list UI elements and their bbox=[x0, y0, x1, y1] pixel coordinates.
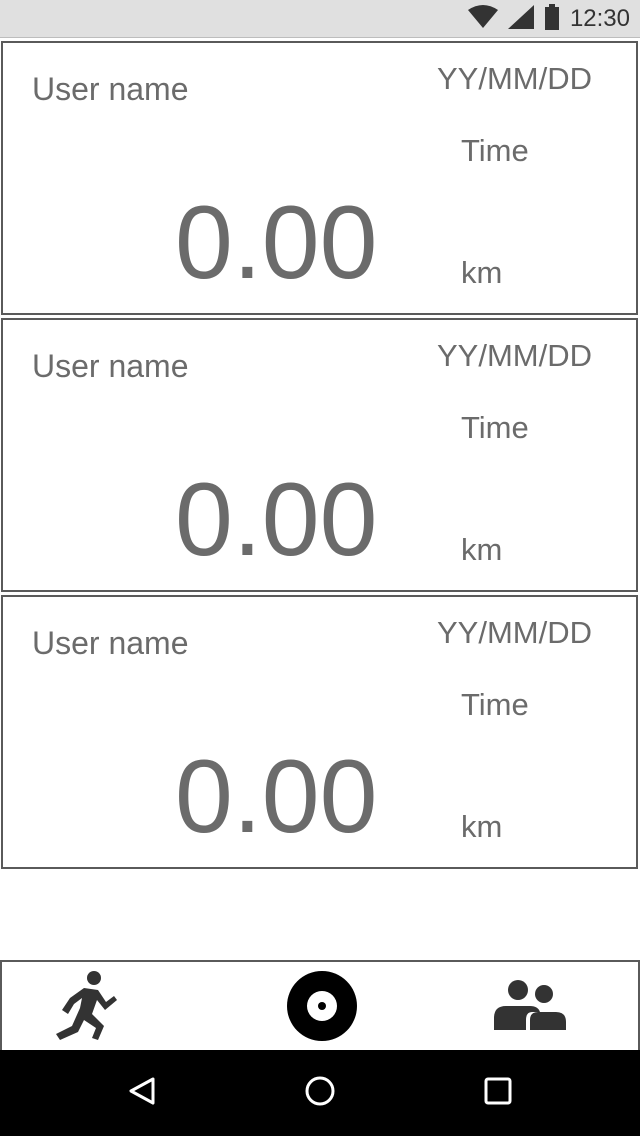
activity-card[interactable]: User name YY/MM/DD Time 0.00 km bbox=[1, 595, 638, 869]
battery-icon bbox=[544, 3, 560, 35]
home-button[interactable] bbox=[280, 1050, 360, 1136]
group-people-icon bbox=[492, 978, 568, 1039]
screen: 12:30 User name YY/MM/DD Time 0.00 km Us… bbox=[0, 0, 640, 1136]
recents-button[interactable] bbox=[458, 1050, 538, 1136]
card-date: YY/MM/DD bbox=[437, 338, 592, 373]
status-icons: 12:30 bbox=[467, 0, 630, 38]
wifi-icon bbox=[467, 4, 498, 34]
home-circle-icon bbox=[304, 1075, 336, 1112]
status-bar: 12:30 bbox=[0, 0, 640, 38]
card-unit: km bbox=[461, 809, 503, 844]
status-time: 12:30 bbox=[569, 5, 630, 32]
card-user-name: User name bbox=[32, 348, 189, 384]
nav-run-button[interactable] bbox=[46, 968, 126, 1048]
cellular-signal-icon bbox=[507, 4, 534, 34]
system-nav-bar bbox=[0, 1050, 640, 1136]
activity-card[interactable]: User name YY/MM/DD Time 0.00 km bbox=[1, 41, 638, 315]
activity-card[interactable]: User name YY/MM/DD Time 0.00 km bbox=[1, 318, 638, 592]
record-disc-icon bbox=[285, 969, 359, 1048]
card-unit: km bbox=[461, 532, 503, 567]
card-date: YY/MM/DD bbox=[437, 615, 592, 650]
card-distance: 0.00 bbox=[175, 185, 378, 301]
card-date: YY/MM/DD bbox=[437, 61, 592, 96]
nav-record-button[interactable] bbox=[282, 968, 362, 1048]
card-time: Time bbox=[461, 410, 529, 445]
back-triangle-icon bbox=[127, 1076, 157, 1111]
nav-group-button[interactable] bbox=[490, 968, 570, 1048]
card-user-name: User name bbox=[32, 71, 189, 107]
card-distance: 0.00 bbox=[175, 739, 378, 855]
recents-square-icon bbox=[483, 1076, 513, 1111]
running-person-icon bbox=[54, 970, 118, 1047]
card-user-name: User name bbox=[32, 625, 189, 661]
card-distance: 0.00 bbox=[175, 462, 378, 578]
card-unit: km bbox=[461, 255, 503, 290]
bottom-nav bbox=[0, 960, 640, 1050]
card-time: Time bbox=[461, 687, 529, 722]
card-time: Time bbox=[461, 133, 529, 168]
back-button[interactable] bbox=[102, 1050, 182, 1136]
